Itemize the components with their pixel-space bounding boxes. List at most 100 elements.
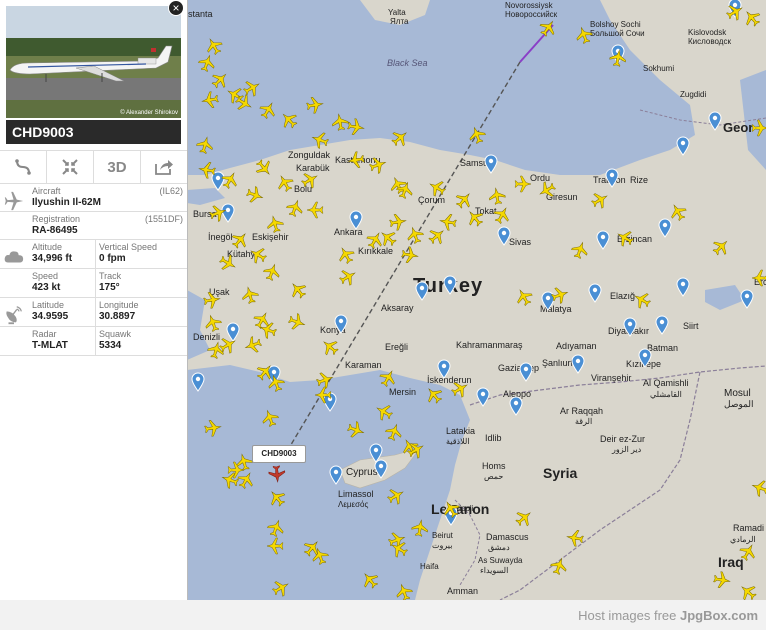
- flight-callsign: CHD9003: [6, 120, 181, 144]
- label-as-suwayda-local: السويداء: [480, 566, 508, 575]
- label-ar-raqqah-local: الرقة: [575, 417, 592, 426]
- label-adiyaman: Adıyaman: [556, 341, 597, 351]
- flight-info-panel: © Alexander Shirokov × CHD9003 3D Aircra…: [0, 0, 188, 600]
- longitude-value: 30.8897: [99, 311, 136, 322]
- registration-row: Registration RA-86495 (1551DF): [0, 212, 187, 240]
- route-icon: [15, 159, 31, 175]
- label-iraq: Iraq: [718, 554, 744, 570]
- label-mersin: Mersin: [389, 387, 416, 397]
- speed-value: 423 kt: [32, 282, 61, 293]
- host-link[interactable]: Host images free JpgBox.com: [578, 608, 758, 623]
- label-deir-ez-zur-local: دير الزور: [611, 445, 642, 454]
- label-kislovodsk: Kislovodsk: [688, 28, 727, 37]
- longitude-label: Longitude: [99, 300, 139, 310]
- label-eskisehir: Eskişehir: [252, 232, 289, 242]
- label-limassol: Limassol: [338, 489, 374, 499]
- close-button[interactable]: ×: [168, 0, 184, 16]
- label-elazig: Elazığ: [610, 291, 635, 301]
- label-al-qamishli: Al Qamishli: [643, 378, 689, 388]
- label-corum: Çorum: [418, 195, 445, 205]
- label-mosul: Mosul: [724, 388, 751, 399]
- radar-row: Radar T-MLAT Squawk 5334: [0, 327, 187, 356]
- label-deir-ez-zur: Deir ez-Zur: [600, 434, 645, 444]
- label-rize: Rize: [630, 175, 648, 185]
- track-value: 175°: [99, 282, 120, 293]
- label-damascus: Damascus: [486, 532, 529, 542]
- label-geor: Geor: [723, 120, 753, 135]
- label-sukhumi: Sokhumi: [643, 64, 674, 73]
- host-brand: JpgBox.com: [679, 608, 758, 623]
- track-label: Track: [99, 271, 122, 281]
- route-button[interactable]: [0, 151, 47, 183]
- host-text: Host images free: [578, 608, 677, 623]
- label-latakia: Latakia: [446, 426, 475, 436]
- label-amman: Amman: [447, 586, 478, 596]
- label-sivas: Sivas: [509, 237, 532, 247]
- registration-label: Registration: [32, 214, 81, 224]
- squawk-value: 5334: [99, 340, 122, 351]
- altitude-value: 34,996 ft: [32, 253, 73, 264]
- center-button[interactable]: [47, 151, 94, 183]
- label-al-qamishli-local: القامشلي: [650, 390, 682, 399]
- altitude-row: Altitude 34,996 ft Vertical Speed 0 fpm: [0, 240, 187, 269]
- label-eregli: Ereğli: [385, 342, 408, 352]
- label-homs: Homs: [482, 461, 506, 471]
- label-novorossiysk: Novorossiysk: [505, 1, 554, 10]
- label-black-sea: Black Sea: [387, 58, 428, 68]
- panel-toolbar: 3D: [0, 150, 187, 184]
- satellite-dish-icon: [6, 306, 22, 325]
- label-syria: Syria: [543, 465, 577, 481]
- label-aksaray: Aksaray: [381, 303, 414, 313]
- latitude-value: 34.9595: [32, 311, 69, 322]
- label-haifa: Haifa: [420, 562, 439, 571]
- airplane-icon: [4, 191, 24, 211]
- footer-bar: Host images free JpgBox.com: [0, 600, 766, 630]
- label-zugdidi: Zugdidi: [680, 90, 706, 99]
- label-ramadi-local: الرمادي: [730, 535, 756, 544]
- aircraft-label: Aircraft: [32, 186, 61, 196]
- label-kahramanmaras: Kahramanmaraş: [456, 340, 523, 350]
- radar-label: Radar: [32, 329, 57, 339]
- speed-label: Speed: [32, 271, 59, 281]
- label-idlib: Idlib: [485, 433, 502, 443]
- aircraft-photo: © Alexander Shirokov: [6, 6, 181, 118]
- vertical-speed-value: 0 fpm: [99, 253, 126, 264]
- aircraft-code: (IL62): [159, 186, 183, 196]
- vertical-speed-label: Vertical Speed: [99, 242, 158, 252]
- label-constanta: stanta: [188, 9, 213, 19]
- altitude-label: Altitude: [32, 242, 63, 252]
- label-iskenderun: İskenderun: [427, 375, 472, 385]
- label-beirut: Beirut: [432, 531, 454, 540]
- label-denizli: Denizli: [193, 332, 220, 342]
- label-gaziantep: Gaziantep: [498, 363, 539, 373]
- label-siirt: Siirt: [683, 321, 699, 331]
- radar-value: T-MLAT: [32, 340, 68, 351]
- label-kirikkale: Kırıkkale: [358, 246, 393, 256]
- label-mosul-local: الموصل: [724, 399, 754, 410]
- cloud-icon: [4, 251, 24, 263]
- speed-row: Speed 423 kt Track 175°: [0, 269, 187, 298]
- label-batman: Batman: [647, 343, 678, 353]
- label-kislovodsk-local: Кисловодск: [688, 37, 731, 46]
- registration-code: (1551DF): [144, 214, 183, 224]
- label-bolshoy-sochi-local: Большой Сочи: [590, 29, 645, 38]
- photo-credit: © Alexander Shirokov: [120, 110, 178, 116]
- label-bolshoy-sochi: Bolshoy Sochi: [590, 20, 641, 29]
- view-3d-button[interactable]: 3D: [94, 151, 141, 183]
- label-ankara: Ankara: [334, 227, 363, 237]
- label-beirut-local: بيروت: [432, 541, 452, 550]
- aircraft-row: Aircraft Ilyushin Il-62M (IL62): [0, 184, 187, 212]
- label-ar-raqqah: Ar Raqqah: [560, 406, 603, 416]
- label-inegol: İnegöl: [208, 232, 233, 242]
- label-bolu: Bolu: [294, 184, 312, 194]
- squawk-label: Squawk: [99, 329, 132, 339]
- label-yalta-local: Ялта: [390, 17, 409, 26]
- position-row: Latitude 34.9595 Longitude 30.8897: [0, 298, 187, 327]
- label-zonguldak: Zonguldak: [288, 150, 331, 160]
- label-damascus-local: دمشق: [488, 543, 510, 552]
- share-button[interactable]: [141, 151, 187, 183]
- aircraft-value: Ilyushin Il-62M: [32, 197, 101, 208]
- label-latakia-local: اللاذقية: [446, 437, 470, 446]
- center-icon: [62, 159, 78, 175]
- selected-flight-tag[interactable]: CHD9003: [252, 445, 306, 463]
